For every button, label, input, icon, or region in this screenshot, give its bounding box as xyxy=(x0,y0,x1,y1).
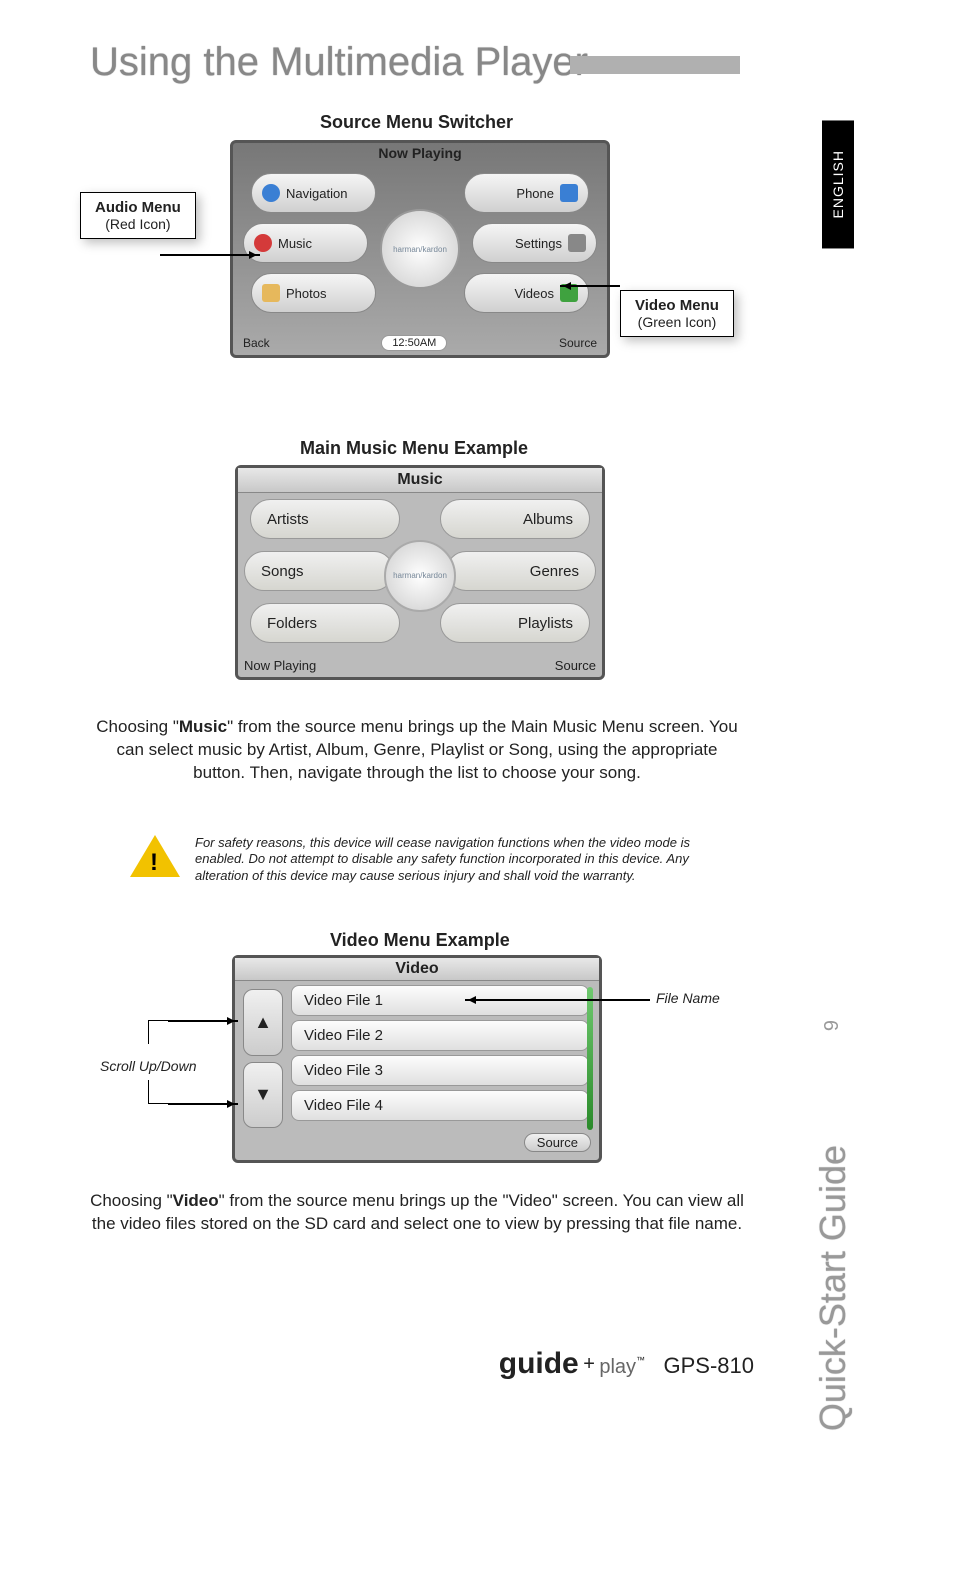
back-button[interactable]: Back xyxy=(243,336,270,350)
warning-icon xyxy=(130,835,180,877)
videos-label: Videos xyxy=(514,286,554,301)
scroll-up-button[interactable]: ▲ xyxy=(243,989,283,1056)
page-number: 9 xyxy=(821,1020,844,1031)
music-menu-screenshot: Music Artists Albums Songs Genres Folder… xyxy=(235,465,605,680)
phone-label: Phone xyxy=(516,186,554,201)
video-file-item[interactable]: Video File 2 xyxy=(291,1020,589,1051)
now-playing-button[interactable]: Now Playing xyxy=(244,658,316,673)
phone-icon xyxy=(560,184,578,202)
file-name-callout: File Name xyxy=(656,990,720,1006)
photos-label: Photos xyxy=(286,286,326,301)
scroll-callout: Scroll Up/Down xyxy=(100,1058,196,1074)
side-guide-text: Quick-Start Guide xyxy=(812,1145,854,1431)
bottom-bar: Back 12:50AM Source xyxy=(243,335,597,351)
phone-button[interactable]: Phone xyxy=(464,173,589,213)
source-menu-screenshot: Now Playing Navigation Phone Music Setti… xyxy=(230,140,610,358)
genres-button[interactable]: Genres xyxy=(446,551,596,591)
arrow-line xyxy=(560,285,620,287)
audio-callout-sub: (Red Icon) xyxy=(95,216,181,232)
camera-icon xyxy=(262,284,280,302)
footer-model: GPS-810 xyxy=(664,1353,755,1378)
arrow-line xyxy=(168,1103,238,1105)
source-button[interactable]: Source xyxy=(555,658,596,673)
video-menu-screenshot: Video ▲ ▼ Video File 1 Video File 2 Vide… xyxy=(232,955,602,1163)
albums-button[interactable]: Albums xyxy=(440,499,590,539)
video-screen-title: Video xyxy=(235,958,599,981)
globe-icon xyxy=(262,184,280,202)
time-display: 12:50AM xyxy=(381,335,447,351)
page-title: Using the Multimedia Player xyxy=(90,40,588,85)
video-file-item[interactable]: Video File 1 xyxy=(291,985,589,1016)
center-logo: harman/kardon xyxy=(380,209,460,289)
headphones-icon xyxy=(254,234,272,252)
footer-guide: guide xyxy=(499,1347,579,1380)
arrow-line xyxy=(168,1020,238,1022)
folders-button[interactable]: Folders xyxy=(250,603,400,643)
music-paragraph: Choosing "Music" from the source menu br… xyxy=(90,716,744,785)
music-button[interactable]: Music xyxy=(243,223,368,263)
now-playing-label: Now Playing xyxy=(378,145,461,161)
warning-text: For safety reasons, this device will cea… xyxy=(195,835,705,884)
source-button[interactable]: Source xyxy=(524,1133,591,1152)
video-callout-title: Video Menu xyxy=(635,297,719,314)
settings-button[interactable]: Settings xyxy=(472,223,597,263)
navigation-label: Navigation xyxy=(286,186,347,201)
navigation-button[interactable]: Navigation xyxy=(251,173,376,213)
trademark: ™ xyxy=(636,1355,645,1365)
source-button[interactable]: Source xyxy=(559,336,597,350)
gear-icon xyxy=(568,234,586,252)
video-file-item[interactable]: Video File 4 xyxy=(291,1090,589,1121)
bracket-line xyxy=(148,1020,168,1044)
settings-label: Settings xyxy=(515,236,562,251)
arrow-line xyxy=(465,999,650,1001)
video-callout-sub: (Green Icon) xyxy=(635,314,719,330)
audio-callout-title: Audio Menu xyxy=(95,199,181,216)
section2-label: Main Music Menu Example xyxy=(300,438,528,459)
scroll-indicator xyxy=(587,987,593,1130)
video-paragraph: Choosing "Video" from the source menu br… xyxy=(90,1190,744,1236)
videos-button[interactable]: Videos xyxy=(464,273,589,313)
music-label: Music xyxy=(278,236,312,251)
playlists-button[interactable]: Playlists xyxy=(440,603,590,643)
audio-menu-callout: Audio Menu (Red Icon) xyxy=(80,192,196,239)
language-tab: ENGLISH xyxy=(822,120,854,248)
bracket-line xyxy=(148,1080,168,1104)
music-screen-title: Music xyxy=(238,468,602,493)
title-bar-decor xyxy=(570,56,740,74)
arrow-line xyxy=(160,254,260,256)
section3-label: Video Menu Example xyxy=(330,930,510,951)
center-logo: harman/kardon xyxy=(384,540,456,612)
footer: guide + play™ GPS-810 xyxy=(0,1347,754,1381)
photos-button[interactable]: Photos xyxy=(251,273,376,313)
footer-plus: + xyxy=(583,1353,595,1375)
scroll-down-button[interactable]: ▼ xyxy=(243,1062,283,1129)
artists-button[interactable]: Artists xyxy=(250,499,400,539)
video-menu-callout: Video Menu (Green Icon) xyxy=(620,290,734,337)
footer-play: play xyxy=(599,1356,636,1378)
video-file-item[interactable]: Video File 3 xyxy=(291,1055,589,1086)
section1-label: Source Menu Switcher xyxy=(320,112,513,133)
songs-button[interactable]: Songs xyxy=(244,551,394,591)
